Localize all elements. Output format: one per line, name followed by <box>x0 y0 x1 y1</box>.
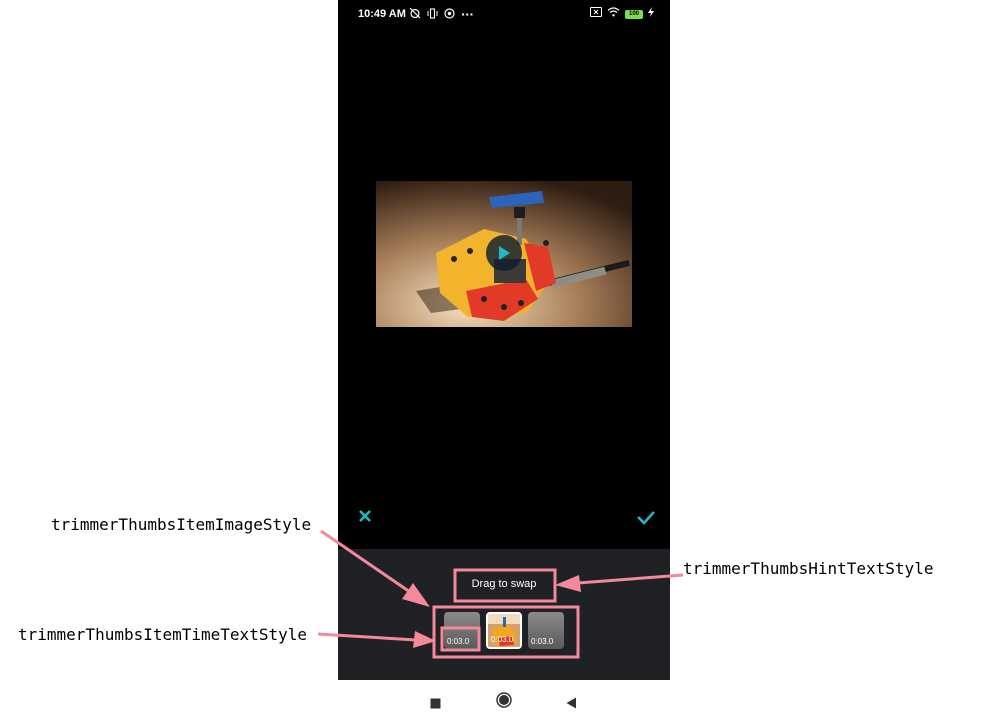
annotation-hint-text-style: trimmerThumbsHintTextStyle <box>683 559 934 578</box>
status-bar: 10:49 AM ··· 100 <box>338 0 670 30</box>
check-icon <box>637 511 655 525</box>
confirm-button[interactable] <box>635 506 657 528</box>
trimmer-panel: Drag to swap 0:03.0 0:03.0 0:03.0 <box>338 549 670 680</box>
drag-hint: Drag to swap <box>471 578 537 590</box>
triangle-back-icon <box>566 697 576 709</box>
cancel-button[interactable] <box>355 506 375 526</box>
recents-button[interactable] <box>430 694 441 713</box>
home-button[interactable] <box>496 692 512 712</box>
circle-icon <box>496 692 512 708</box>
navigation-bar <box>338 680 670 720</box>
thumb-time: 0:03.0 <box>531 637 554 646</box>
wifi-icon <box>607 7 620 21</box>
sync-icon <box>444 7 455 23</box>
vibrate-icon <box>427 7 438 23</box>
thumb-item[interactable]: 0:03.0 <box>528 612 564 649</box>
thumb-time: 0:03.0 <box>447 637 470 646</box>
thumb-item-selected[interactable]: 0:03.0 <box>486 612 522 649</box>
play-icon <box>499 246 510 260</box>
close-icon <box>359 510 371 522</box>
annotation-time-text-style: trimmerThumbsItemTimeTextStyle <box>18 625 307 644</box>
square-icon <box>430 698 441 709</box>
alarm-off-icon <box>409 7 421 23</box>
annotation-image-style: trimmerThumbsItemImageStyle <box>51 515 312 534</box>
no-sim-icon <box>590 7 602 21</box>
thumb-time: 0:03.0 <box>491 635 514 644</box>
charging-icon <box>648 7 654 21</box>
thumb-item[interactable]: 0:03.0 <box>444 612 480 649</box>
back-button[interactable] <box>566 694 577 713</box>
play-button[interactable] <box>486 235 522 271</box>
phone-screen: 10:49 AM ··· 100 Drag to swap 0:03.0 0:0… <box>338 0 670 680</box>
battery-icon: 100 <box>625 9 643 19</box>
status-time: 10:49 AM <box>358 8 406 20</box>
more-icon: ··· <box>461 8 474 21</box>
